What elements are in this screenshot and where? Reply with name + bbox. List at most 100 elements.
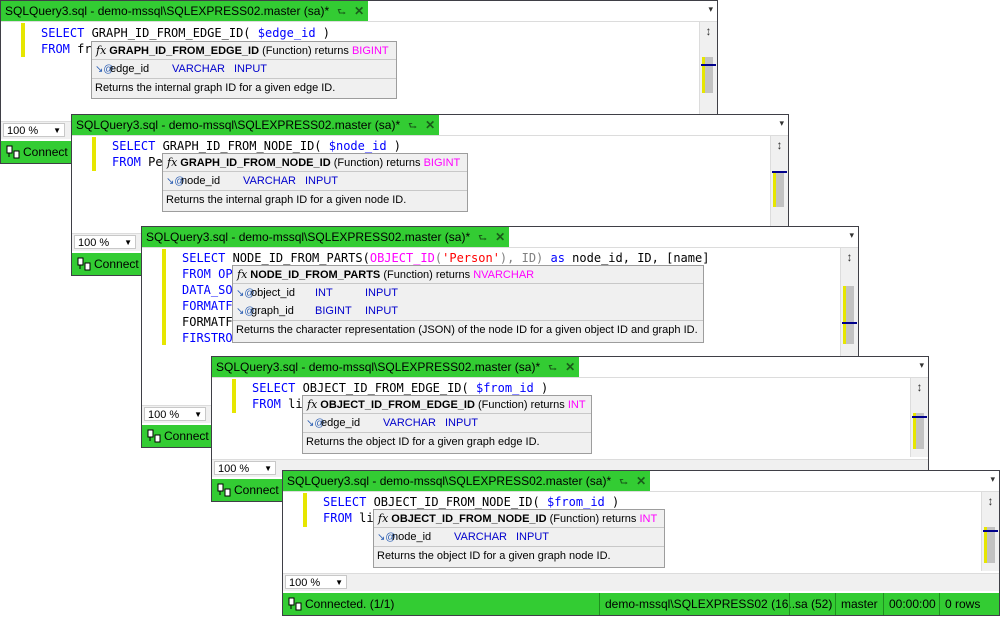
status-text: Connect <box>23 145 68 159</box>
change-marker <box>773 171 776 207</box>
function-tooltip: fx OBJECT_ID_FROM_EDGE_ID (Function) retu… <box>302 395 592 454</box>
chevron-down-icon[interactable]: ▾ <box>779 118 784 129</box>
zoom-bar: 100 % ▼ <box>283 573 999 591</box>
change-marker <box>21 23 25 57</box>
code-line: FORMATF <box>182 299 233 313</box>
function-icon: fx <box>96 44 107 57</box>
status-text: Connect <box>94 257 139 271</box>
document-tab[interactable]: SQLQuery3.sql - demo-mssql\SQLEXPRESS02.… <box>1 1 369 23</box>
scroll-thumb[interactable] <box>986 527 995 563</box>
query-window-5: SQLQuery3.sql - demo-mssql\SQLEXPRESS02.… <box>282 470 1000 616</box>
status-bar: Connected. (1/1) demo-mssql\SQLEXPRESS02… <box>283 593 999 615</box>
code-line: DATA_SO <box>182 283 233 297</box>
document-tab-bar: SQLQuery3.sql - demo-mssql\SQLEXPRESS02.… <box>212 357 928 378</box>
code-line: FROM li <box>323 511 374 525</box>
vertical-scrollbar[interactable]: ↕ <box>910 378 928 457</box>
scroll-position-marker <box>912 416 927 418</box>
chevron-down-icon: ▼ <box>124 238 132 247</box>
scroll-thumb[interactable] <box>704 57 713 93</box>
chevron-down-icon: ▼ <box>194 410 202 419</box>
connected-plug-icon <box>77 257 91 271</box>
close-icon[interactable]: ✕ <box>425 115 435 135</box>
close-icon[interactable]: ✕ <box>495 227 505 247</box>
pin-icon[interactable]: ⮑ <box>478 229 487 249</box>
pin-icon[interactable]: ⮑ <box>408 117 417 137</box>
close-icon[interactable]: ✕ <box>354 1 364 21</box>
zoom-select[interactable]: 100 % ▼ <box>214 461 276 475</box>
change-marker <box>843 286 846 344</box>
code-line: SELECT GRAPH_ID_FROM_EDGE_ID( $edge_id ) <box>41 26 331 40</box>
scroll-position-marker <box>983 530 998 532</box>
code-line: FORMATF <box>182 315 233 329</box>
status-text: Connect <box>234 483 279 497</box>
parameter-row: ↘@ edge_id VARCHAR INPUT <box>92 60 396 78</box>
function-icon: fx <box>307 398 318 411</box>
parameter-row: ↘@ node_id VARCHAR INPUT <box>163 172 467 190</box>
function-icon: fx <box>378 512 389 525</box>
connected-plug-icon <box>217 483 231 497</box>
status-text: Connect <box>164 429 209 443</box>
close-icon[interactable]: ✕ <box>636 471 646 491</box>
code-line: SELECT OBJECT_ID_FROM_EDGE_ID( $from_id … <box>252 381 549 395</box>
change-marker <box>913 413 916 449</box>
chevron-down-icon[interactable]: ▾ <box>990 474 995 485</box>
close-icon[interactable]: ✕ <box>565 357 575 377</box>
document-tab[interactable]: SQLQuery3.sql - demo-mssql\SQLEXPRESS02.… <box>283 471 651 493</box>
split-icon[interactable]: ↕ <box>843 250 856 264</box>
pin-icon[interactable]: ⮑ <box>548 359 557 379</box>
change-marker <box>232 379 236 413</box>
zoom-select[interactable]: 100 % ▼ <box>3 123 65 137</box>
chevron-down-icon: ▼ <box>53 126 61 135</box>
document-tab[interactable]: SQLQuery3.sql - demo-mssql\SQLEXPRESS02.… <box>212 357 580 379</box>
document-tab[interactable]: SQLQuery3.sql - demo-mssql\SQLEXPRESS02.… <box>142 227 510 249</box>
code-line: SELECT NODE_ID_FROM_PARTS(OBJECT_ID('Per… <box>182 251 710 265</box>
parameter-row: ↘@ graph_id BIGINT INPUT <box>233 302 703 320</box>
change-marker <box>92 137 96 171</box>
pin-icon[interactable]: ⮑ <box>619 473 628 493</box>
function-icon: fx <box>167 156 178 169</box>
chevron-down-icon: ▼ <box>264 464 272 473</box>
chevron-down-icon[interactable]: ▾ <box>708 4 713 15</box>
parameter-row: ↘@ node_id VARCHAR INPUT <box>374 528 664 546</box>
code-line: FROM Pe <box>112 155 163 169</box>
document-tab-bar: SQLQuery3.sql - demo-mssql\SQLEXPRESS02.… <box>72 115 788 136</box>
zoom-select[interactable]: 100 % ▼ <box>144 407 206 421</box>
split-icon[interactable]: ↕ <box>984 494 997 508</box>
vertical-scrollbar[interactable]: ↕ <box>770 136 788 231</box>
tab-title: SQLQuery3.sql - demo-mssql\SQLEXPRESS02.… <box>146 230 471 244</box>
connected-plug-icon <box>6 145 20 159</box>
code-line: SELECT GRAPH_ID_FROM_NODE_ID( $node_id ) <box>112 139 402 153</box>
code-line: FROM li <box>252 397 303 411</box>
tab-title: SQLQuery3.sql - demo-mssql\SQLEXPRESS02.… <box>287 474 612 488</box>
function-tooltip: fx OBJECT_ID_FROM_NODE_ID (Function) retu… <box>373 509 665 568</box>
scroll-position-marker <box>842 322 857 324</box>
document-tab[interactable]: SQLQuery3.sql - demo-mssql\SQLEXPRESS02.… <box>72 115 440 137</box>
code-line: FROM fr <box>41 42 92 56</box>
vertical-scrollbar[interactable]: ↕ <box>981 492 999 571</box>
status-elapsed-time: 00:00:00 <box>883 593 936 615</box>
split-icon[interactable]: ↕ <box>913 380 926 394</box>
zoom-select[interactable]: 100 % ▼ <box>74 235 136 249</box>
code-line: SELECT OBJECT_ID_FROM_NODE_ID( $from_id … <box>323 495 620 509</box>
status-database: master <box>835 593 878 615</box>
pin-icon[interactable]: ⮑ <box>337 3 346 23</box>
scroll-thumb[interactable] <box>775 171 784 207</box>
split-icon[interactable]: ↕ <box>702 24 715 38</box>
connected-plug-icon <box>147 429 161 443</box>
scroll-position-marker <box>772 171 787 173</box>
parameter-row: ↘@ object_id INT INPUT <box>233 284 703 302</box>
split-icon[interactable]: ↕ <box>773 138 786 152</box>
vertical-scrollbar[interactable]: ↕ <box>699 22 717 119</box>
tab-title: SQLQuery3.sql - demo-mssql\SQLEXPRESS02.… <box>216 360 541 374</box>
tab-title: SQLQuery3.sql - demo-mssql\SQLEXPRESS02.… <box>5 4 330 18</box>
status-text: Connected. (1/1) <box>305 597 395 611</box>
scroll-thumb[interactable] <box>915 413 924 449</box>
scroll-position-marker <box>701 64 716 66</box>
zoom-select[interactable]: 100 % ▼ <box>285 575 347 589</box>
status-user: sa (52) <box>789 593 832 615</box>
function-tooltip: fx GRAPH_ID_FROM_NODE_ID (Function) retur… <box>162 153 468 212</box>
chevron-down-icon[interactable]: ▾ <box>919 360 924 371</box>
change-marker <box>702 57 705 93</box>
scroll-thumb[interactable] <box>845 286 854 344</box>
chevron-down-icon[interactable]: ▾ <box>849 230 854 241</box>
